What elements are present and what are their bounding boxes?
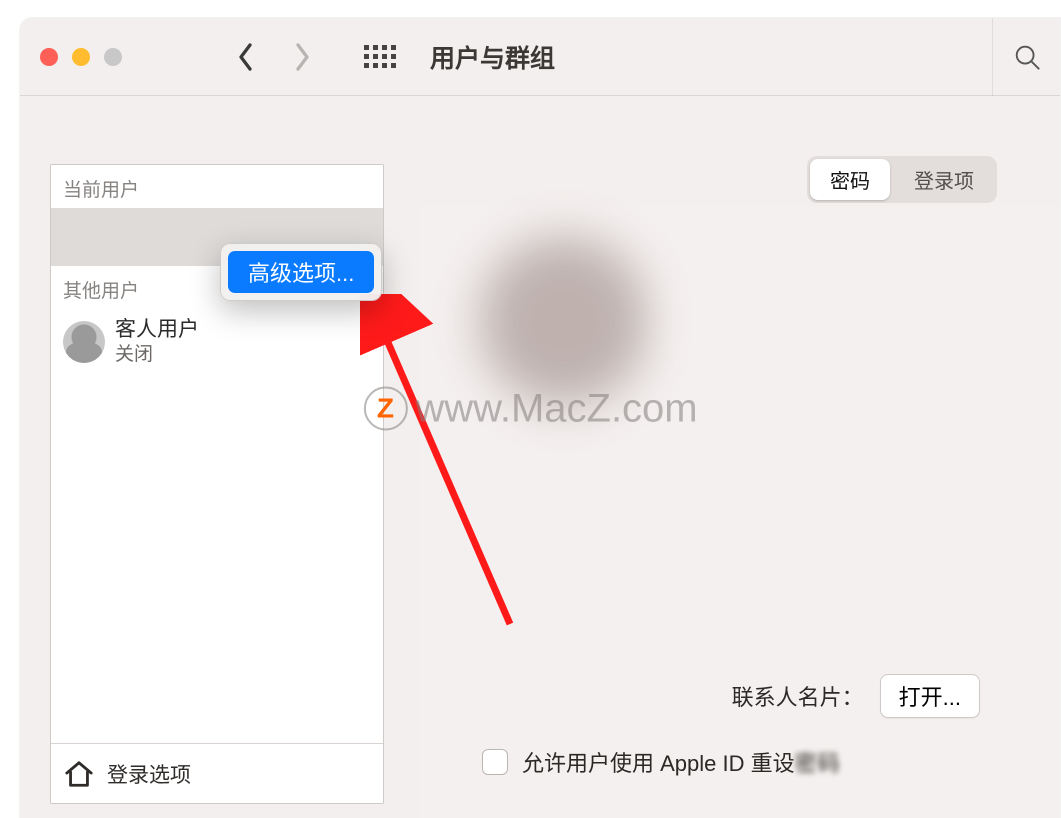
user-large-avatar bbox=[460, 216, 660, 426]
detail-panel: 密码 登录项 联系人名片： 打开... 允许用户使用 Apple ID 重设密码 bbox=[420, 96, 1060, 818]
maximize-button[interactable] bbox=[104, 48, 122, 66]
login-options-label: 登录选项 bbox=[107, 759, 191, 789]
allow-reset-label-blur: 密码 bbox=[795, 751, 841, 776]
contact-card-row: 联系人名片： 打开... bbox=[732, 674, 980, 718]
house-icon bbox=[63, 759, 95, 789]
login-options-row[interactable]: 登录选项 bbox=[51, 743, 383, 803]
nav-arrows bbox=[232, 37, 316, 77]
open-contact-card-button[interactable]: 打开... bbox=[880, 674, 980, 718]
allow-reset-checkbox[interactable] bbox=[482, 749, 508, 775]
forward-button[interactable] bbox=[288, 37, 316, 77]
guest-user-status: 关闭 bbox=[115, 343, 199, 367]
content-area: 当前用户 其他用户 客人用户 关闭 登录选项 密 bbox=[20, 96, 1060, 818]
avatar-icon bbox=[63, 321, 105, 363]
back-button[interactable] bbox=[232, 37, 260, 77]
pane-title: 用户与群组 bbox=[430, 39, 555, 75]
preferences-window: 用户与群组 当前用户 其他用户 客人用户 关闭 登录选项 bbox=[20, 18, 1060, 818]
show-all-icon[interactable] bbox=[364, 45, 396, 68]
tabs: 密码 登录项 bbox=[807, 156, 997, 203]
allow-reset-label-text: 允许用户使用 Apple ID 重设 bbox=[522, 751, 795, 776]
context-menu: 高级选项... bbox=[220, 243, 382, 301]
tab-password[interactable]: 密码 bbox=[810, 159, 890, 200]
guest-user-name: 客人用户 bbox=[115, 317, 199, 343]
advanced-options-menu-item[interactable]: 高级选项... bbox=[228, 251, 374, 293]
tab-login-items[interactable]: 登录项 bbox=[894, 159, 994, 200]
minimize-button[interactable] bbox=[72, 48, 90, 66]
current-user-section-label: 当前用户 bbox=[51, 165, 383, 208]
contact-card-label: 联系人名片： bbox=[732, 680, 864, 712]
close-button[interactable] bbox=[40, 48, 58, 66]
allow-reset-label: 允许用户使用 Apple ID 重设密码 bbox=[522, 746, 841, 778]
guest-user-row[interactable]: 客人用户 关闭 bbox=[51, 309, 383, 375]
allow-reset-row: 允许用户使用 Apple ID 重设密码 bbox=[482, 746, 841, 778]
search-icon bbox=[1012, 42, 1042, 72]
search-button[interactable] bbox=[992, 18, 1060, 96]
user-row-texts: 客人用户 关闭 bbox=[115, 317, 199, 367]
window-controls bbox=[40, 48, 122, 66]
titlebar: 用户与群组 bbox=[20, 18, 1060, 96]
